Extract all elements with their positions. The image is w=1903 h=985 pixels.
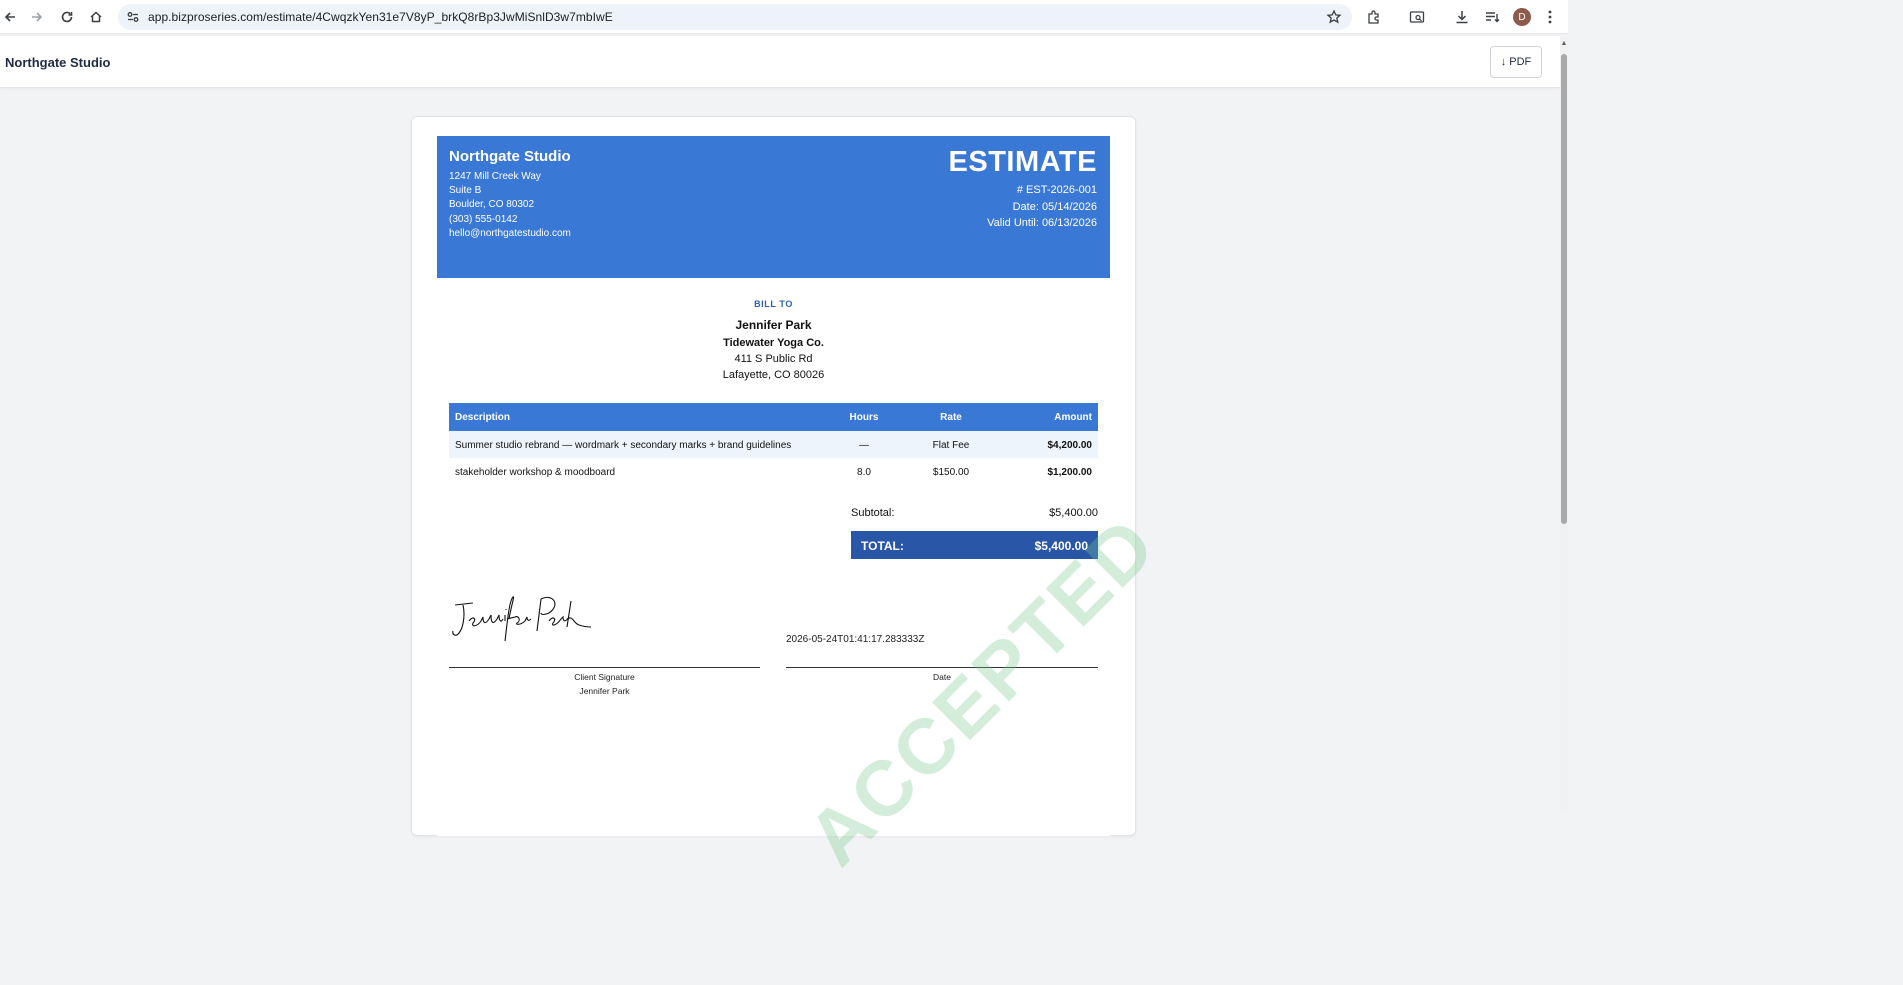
row-amount: $1,200.00: [1047, 467, 1093, 478]
row-amount: $4,200.00: [1047, 440, 1093, 451]
company-address-line: Suite B: [449, 185, 482, 196]
reading-list-icon[interactable]: [1483, 8, 1501, 26]
back-arrow-icon[interactable]: [0, 7, 20, 27]
profile-avatar[interactable]: D: [1513, 8, 1531, 26]
estimate-document: Northgate Studio 1247 Mill Creek Way Sui…: [437, 136, 1173, 882]
total-label: TOTAL:: [861, 539, 904, 553]
row-rate: Flat Fee: [932, 440, 970, 451]
scroll-up-arrow-icon[interactable]: ▲: [1560, 40, 1568, 48]
site-settings-icon[interactable]: [126, 10, 140, 24]
date-line: [786, 667, 1098, 668]
company-name: Northgate Studio: [449, 148, 571, 165]
client-signature-image: [449, 591, 599, 653]
company-address-line: 1247 Mill Creek Way: [449, 171, 541, 182]
estimate-number: # EST-2026-001: [1016, 184, 1097, 196]
signer-name: Jennifer Park: [579, 686, 630, 696]
row-hours: —: [859, 440, 869, 451]
column-header-hours: Hours: [849, 412, 879, 423]
url-text[interactable]: app.bizproseries.com/estimate/4CwqzkYen3…: [148, 10, 613, 24]
brand-title: Northgate Studio: [5, 55, 111, 70]
estimate-header: Northgate Studio 1247 Mill Creek Way Sui…: [437, 136, 1110, 278]
row-hours: 8.0: [857, 467, 871, 478]
signature-date-value: 2026-05-24T01:41:17.283333Z: [786, 634, 925, 645]
bill-to-address-line: Lafayette, CO 80026: [722, 369, 825, 381]
bill-to-address-line: 411 S Public Rd: [734, 353, 813, 365]
signature-line: [449, 667, 760, 668]
more-menu-icon[interactable]: [1541, 8, 1559, 26]
table-row: Summer studio rebrand — wordmark + secon…: [449, 431, 1098, 458]
company-address-line: Boulder, CO 80302: [449, 199, 535, 210]
row-description: stakeholder workshop & moodboard: [455, 467, 616, 478]
company-phone: (303) 555-0142: [449, 214, 518, 225]
browser-toolbar: app.bizproseries.com/estimate/4CwqzkYen3…: [0, 0, 1568, 34]
page-scrollbar[interactable]: ▲: [1560, 36, 1568, 812]
subtotal-value: $5,400.00: [1049, 507, 1098, 519]
bill-to-company: Tidewater Yoga Co.: [723, 337, 824, 349]
table-header-row: Description Hours Rate Amount: [449, 403, 1098, 431]
download-pdf-button[interactable]: ↓ PDF: [1490, 46, 1542, 78]
home-icon[interactable]: [86, 7, 106, 27]
row-rate: $150.00: [932, 467, 970, 478]
row-description: Summer studio rebrand — wordmark + secon…: [455, 440, 792, 451]
address-bar[interactable]: app.bizproseries.com/estimate/4CwqzkYen3…: [118, 4, 1352, 30]
bill-to-label: BILL TO: [754, 299, 793, 309]
bookmark-star-icon[interactable]: [1326, 9, 1342, 25]
total-box: TOTAL: $5,400.00: [851, 531, 1098, 559]
subtotal-label: Subtotal:: [851, 507, 895, 519]
extensions-icon[interactable]: [1365, 8, 1383, 26]
search-tabs-icon[interactable]: [1408, 8, 1426, 26]
total-value: $5,400.00: [1034, 539, 1088, 553]
company-email: hello@northgatestudio.com: [449, 228, 571, 239]
forward-arrow-icon[interactable]: [27, 7, 47, 27]
estimate-valid-until: Valid Until: 06/13/2026: [987, 217, 1097, 229]
column-header-rate: Rate: [940, 412, 962, 423]
bill-to-name: Jennifer Park: [735, 318, 812, 332]
reload-icon[interactable]: [57, 7, 77, 27]
date-caption: Date: [933, 672, 951, 682]
app-header: Northgate Studio ↓ PDF: [0, 36, 1560, 88]
column-header-description: Description: [455, 412, 511, 423]
column-header-amount: Amount: [1054, 412, 1092, 423]
download-icon[interactable]: [1453, 8, 1471, 26]
scroll-thumb[interactable]: [1561, 54, 1567, 524]
signature-caption: Client Signature: [574, 672, 635, 682]
table-row: stakeholder workshop & moodboard 8.0 $15…: [449, 458, 1098, 485]
estimate-date: Date: 05/14/2026: [1012, 201, 1097, 213]
estimate-title: ESTIMATE: [948, 146, 1097, 178]
